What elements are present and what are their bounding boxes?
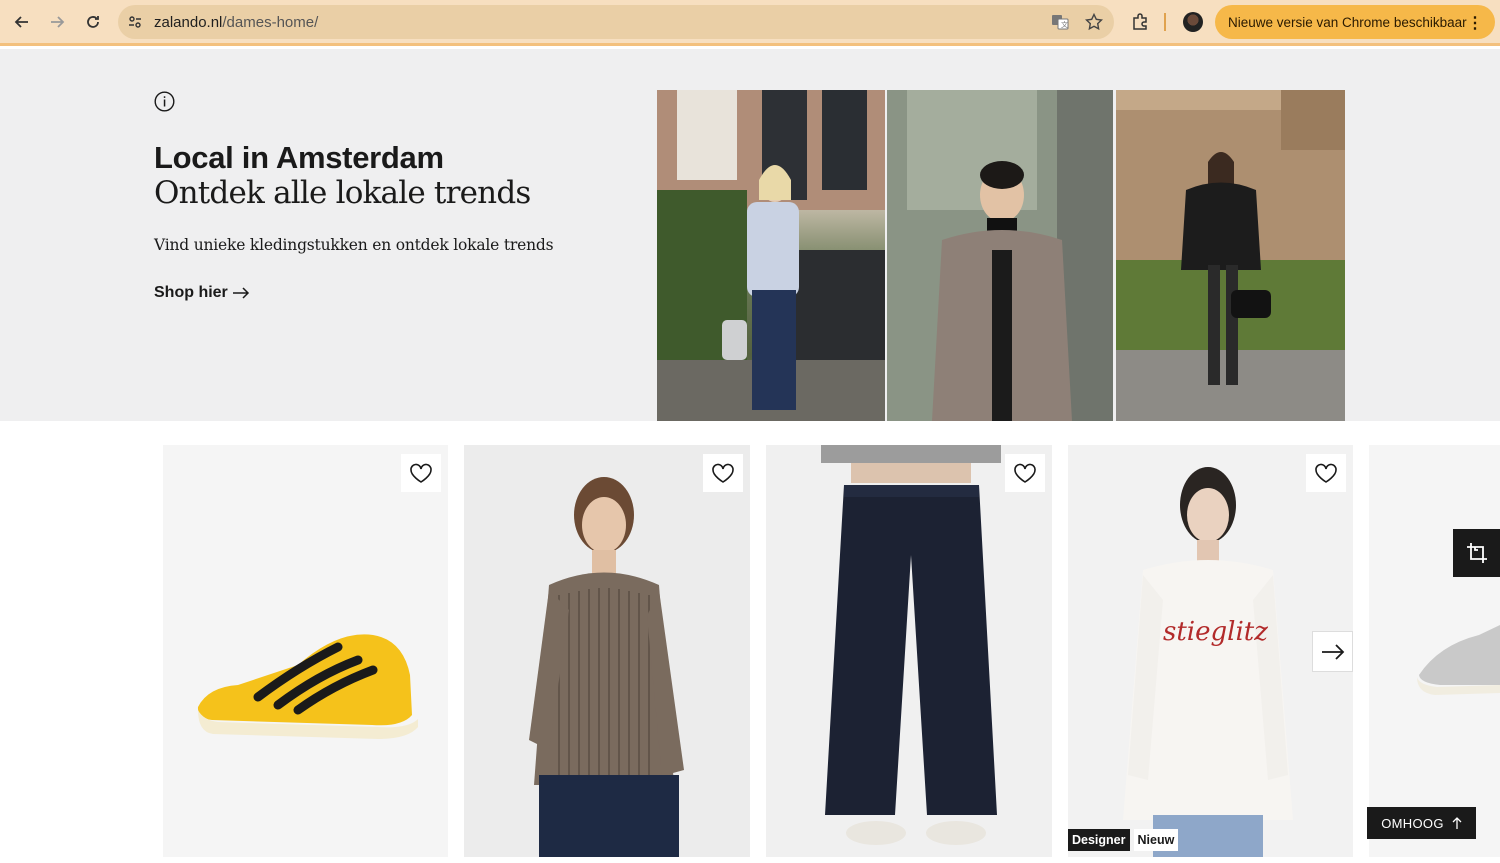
profile-avatar[interactable] [1183, 12, 1203, 32]
product-image-striped-shirt [529, 477, 684, 857]
update-label: Nieuwe versie van Chrome beschikbaar [1228, 14, 1467, 30]
crop-feedback-button[interactable] [1453, 529, 1500, 577]
shop-here-label: Shop hier [154, 284, 228, 301]
hero-title: Local in Amsterdam [154, 140, 444, 175]
info-icon[interactable] [154, 91, 175, 112]
back-icon[interactable] [9, 9, 35, 35]
product-image-silver-sneaker [1417, 625, 1500, 695]
product-image-stieglitz-sweatshirt: stieglitz [1123, 467, 1293, 857]
carousel-next-button[interactable] [1312, 631, 1353, 672]
address-bar[interactable]: zalando.nl/dames-home/ 文 [118, 5, 1114, 39]
product-image-wide-jeans [821, 445, 1001, 845]
toolbar-divider [1164, 13, 1166, 31]
hero-photo-woman-grey-jacket[interactable] [887, 90, 1113, 421]
product-card[interactable] [163, 445, 448, 857]
more-menu-icon[interactable]: ⋮ [1467, 13, 1483, 33]
scroll-to-top-label: OMHOOG [1381, 815, 1444, 831]
arrow-up-icon [1452, 817, 1462, 829]
scroll-to-top-button[interactable]: OMHOOG [1367, 807, 1476, 839]
hero-description: Vind unieke kledingstukken en ontdek lok… [154, 236, 554, 254]
hero-photo-woman-leather-jacket[interactable] [1116, 90, 1345, 421]
chrome-update-button[interactable]: Nieuwe versie van Chrome beschikbaar ⋮ [1215, 5, 1495, 39]
svg-text:文: 文 [1061, 20, 1068, 29]
extensions-icon[interactable] [1128, 10, 1152, 34]
site-settings-icon[interactable] [118, 5, 152, 39]
product-card[interactable] [1369, 445, 1500, 857]
product-card[interactable]: stieglitz Designer Nieuw [1068, 445, 1353, 857]
product-badges: Designer Nieuw [1068, 829, 1179, 851]
browser-toolbar: zalando.nl/dames-home/ 文 Nieuwe versie v… [0, 0, 1500, 46]
badge-designer: Designer [1068, 829, 1130, 851]
hero-subtitle: Ontdek alle lokale trends [154, 175, 531, 211]
translate-icon[interactable]: 文 [1050, 12, 1070, 32]
crop-icon [1466, 543, 1487, 563]
bookmark-star-icon[interactable] [1084, 12, 1104, 32]
product-card[interactable] [464, 445, 750, 857]
shop-here-link[interactable]: Shop hier [154, 284, 250, 302]
arrow-right-icon [1321, 643, 1344, 660]
url-text: zalando.nl/dames-home/ [154, 13, 319, 31]
product-image-yellow-sneaker [197, 634, 418, 739]
forward-icon[interactable] [44, 9, 70, 35]
hero-photo-woman-striped-shirt[interactable] [657, 90, 885, 421]
reload-icon[interactable] [80, 9, 106, 35]
sweatshirt-print-text: stieglitz [1163, 617, 1268, 647]
wishlist-heart-icon[interactable] [401, 454, 441, 492]
arrow-right-icon [232, 287, 249, 299]
wishlist-heart-icon[interactable] [1306, 454, 1346, 492]
badge-new: Nieuw [1133, 829, 1179, 851]
product-card[interactable] [766, 445, 1052, 857]
wishlist-heart-icon[interactable] [703, 454, 743, 492]
wishlist-heart-icon[interactable] [1005, 454, 1045, 492]
